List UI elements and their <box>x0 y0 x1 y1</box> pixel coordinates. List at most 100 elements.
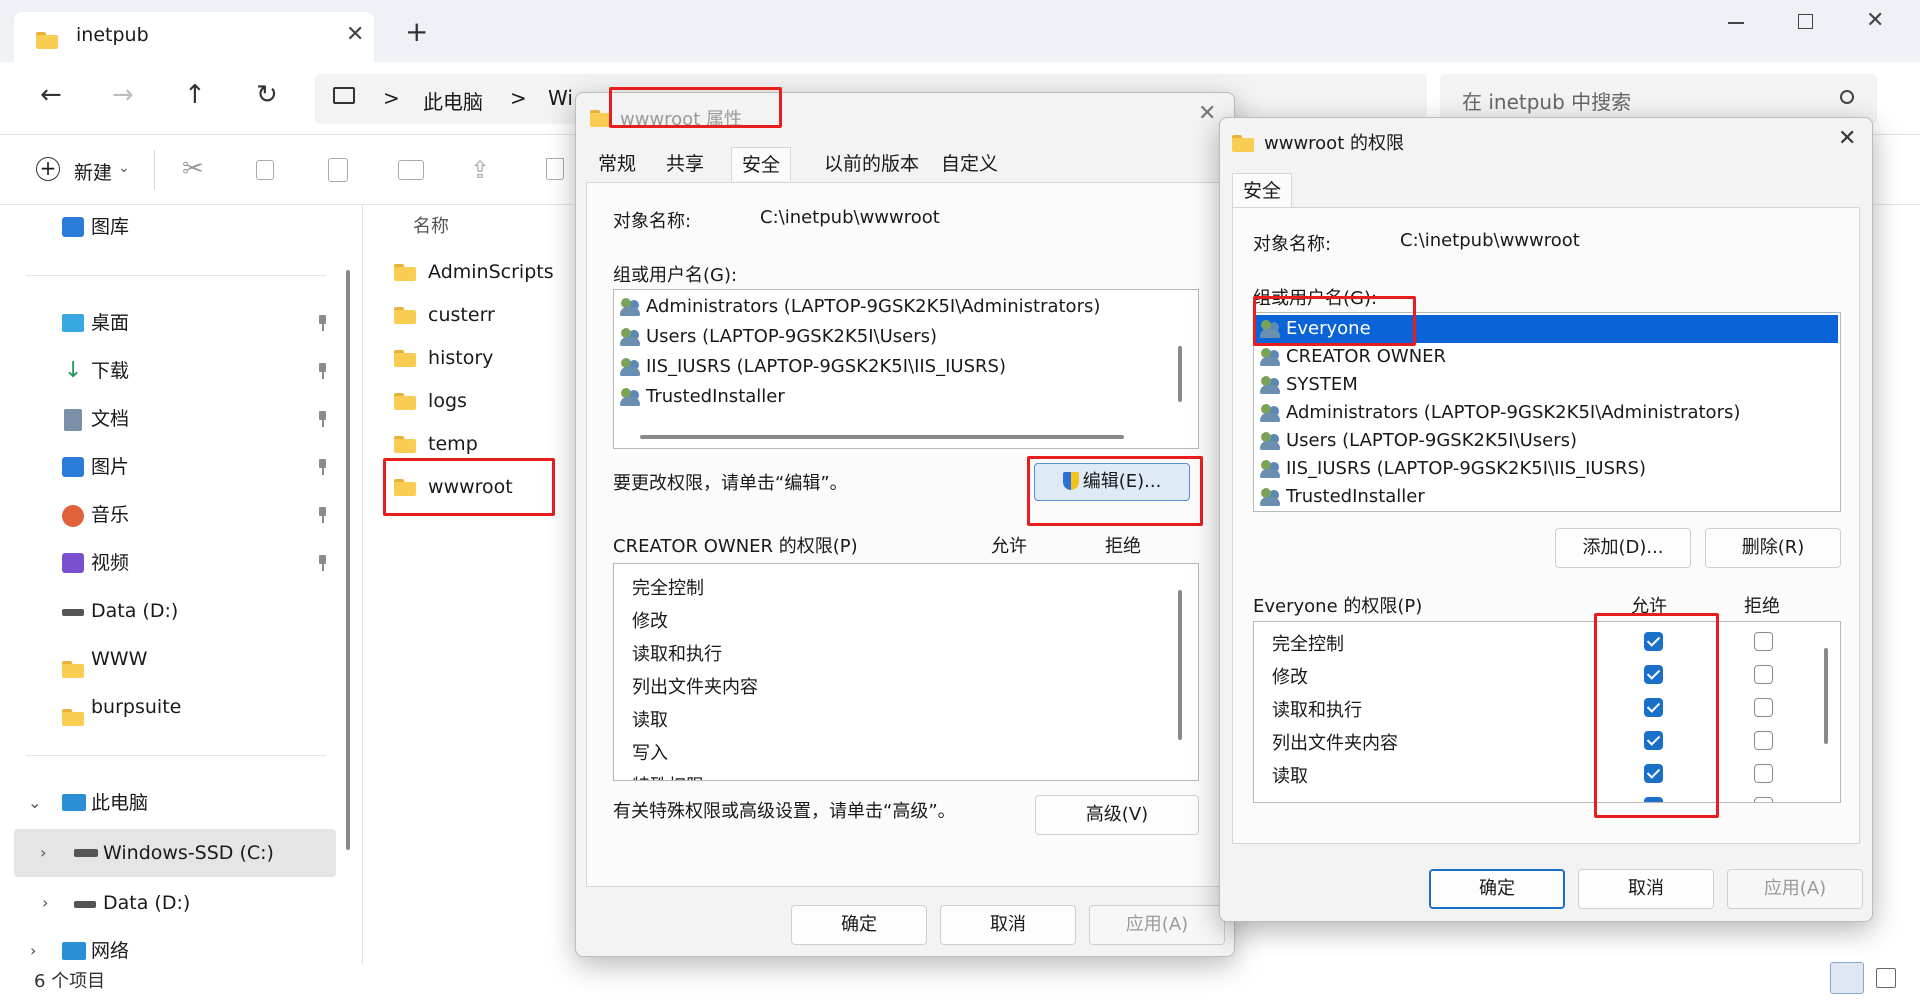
close-icon[interactable]: ✕ <box>346 22 364 47</box>
breadcrumb-drive[interactable]: Wi <box>548 86 573 110</box>
chevron-down-icon[interactable]: ⌄ <box>28 785 41 821</box>
advanced-button[interactable]: 高级(V) <box>1035 795 1199 835</box>
allow-checkbox[interactable] <box>1644 731 1663 750</box>
column-header-name[interactable]: 名称 <box>413 212 449 238</box>
horizontal-scrollbar[interactable] <box>640 435 1124 439</box>
vertical-scrollbar[interactable] <box>1178 346 1182 402</box>
delete-icon[interactable] <box>546 158 564 180</box>
tab-security[interactable]: 安全 <box>1232 173 1293 207</box>
sidebar-item-downloads[interactable]: ↓ 下载 <box>0 353 346 389</box>
cancel-button[interactable]: 取消 <box>1578 869 1714 909</box>
list-item[interactable]: wwwroot <box>394 469 513 505</box>
sidebar-item-network[interactable]: › 网络 <box>0 933 346 969</box>
list-item[interactable]: Administrators (LAPTOP-9GSK2K5I\Administ… <box>620 292 1100 322</box>
apply-button[interactable]: 应用(A) <box>1089 905 1225 945</box>
list-item[interactable]: Administrators (LAPTOP-9GSK2K5I\Administ… <box>1260 399 1740 427</box>
chevron-right-icon[interactable]: › <box>40 829 46 877</box>
allow-checkbox[interactable] <box>1644 698 1663 717</box>
sidebar-scrollbar[interactable] <box>346 270 350 850</box>
minimize-icon[interactable] <box>1728 22 1744 24</box>
vertical-scrollbar[interactable] <box>1178 590 1182 740</box>
list-item[interactable]: Users (LAPTOP-9GSK2K5I\Users) <box>1260 427 1577 455</box>
allow-checkbox[interactable] <box>1644 632 1663 651</box>
window-close-icon[interactable]: ✕ <box>1866 8 1884 33</box>
tab-general[interactable]: 常规 <box>588 147 646 181</box>
sidebar-item-videos[interactable]: 视频 <box>0 545 346 581</box>
deny-checkbox[interactable] <box>1754 764 1773 783</box>
new-button[interactable]: 新建 <box>74 158 112 185</box>
list-item[interactable]: temp <box>394 426 478 462</box>
list-item[interactable]: SYSTEM <box>1260 371 1358 399</box>
pin-icon[interactable] <box>316 555 328 571</box>
tiles-view-icon[interactable] <box>1876 968 1896 988</box>
close-icon[interactable]: ✕ <box>1838 126 1856 151</box>
share-icon[interactable]: ⇪ <box>470 156 490 184</box>
copy-icon[interactable] <box>256 160 274 180</box>
list-item[interactable]: TrustedInstaller <box>620 382 785 412</box>
details-view-icon[interactable] <box>1830 962 1864 994</box>
deny-checkbox[interactable] <box>1754 731 1773 750</box>
sidebar-item-data-d2[interactable]: › Data (D:) <box>0 885 346 921</box>
allow-checkbox[interactable] <box>1644 797 1663 802</box>
sidebar-item-pictures[interactable]: 图片 <box>0 449 346 485</box>
sidebar-item-burpsuite[interactable]: burpsuite <box>0 689 346 726</box>
tab-sharing[interactable]: 共享 <box>656 147 714 181</box>
pin-icon[interactable] <box>316 363 328 379</box>
remove-button[interactable]: 删除(R) <box>1705 528 1841 568</box>
user-list[interactable]: Everyone CREATOR OWNER SYSTEM Administra… <box>1253 312 1841 512</box>
sidebar-item-windows-ssd[interactable]: › Windows-SSD (C:) <box>14 829 336 877</box>
rename-icon[interactable] <box>398 160 424 180</box>
sidebar-item-data-d[interactable]: Data (D:) <box>0 593 346 629</box>
refresh-icon[interactable]: ↻ <box>256 80 278 110</box>
add-icon[interactable]: + <box>36 157 60 181</box>
cut-icon[interactable]: ✂ <box>182 154 204 184</box>
list-item[interactable]: custerr <box>394 297 495 333</box>
sidebar-item-music[interactable]: 音乐 <box>0 497 346 533</box>
tab-previous-versions[interactable]: 以前的版本 <box>814 147 929 181</box>
new-tab-button[interactable]: + <box>405 18 428 46</box>
sidebar-item-desktop[interactable]: 桌面 <box>0 305 346 341</box>
chevron-right-icon[interactable]: › <box>30 933 36 969</box>
permission-list[interactable]: 完全控制 修改 读取和执行 列出文件夹内容 读取 写入 特殊权限 <box>613 563 1199 781</box>
list-item[interactable]: CREATOR OWNER <box>1260 343 1446 371</box>
search-input[interactable]: 在 inetpub 中搜索 <box>1462 86 1631 115</box>
tab-customize[interactable]: 自定义 <box>931 147 1008 181</box>
pin-icon[interactable] <box>316 411 328 427</box>
list-item[interactable]: IIS_IUSRS (LAPTOP-9GSK2K5I\IIS_IUSRS) <box>1260 455 1646 483</box>
explorer-tab[interactable]: inetpub ✕ <box>14 12 374 62</box>
close-icon[interactable]: ✕ <box>1198 101 1216 126</box>
deny-checkbox[interactable] <box>1754 665 1773 684</box>
ok-button[interactable]: 确定 <box>1429 869 1565 909</box>
add-button[interactable]: 添加(D)... <box>1555 528 1691 568</box>
vertical-scrollbar[interactable] <box>1824 648 1828 744</box>
list-item-selected[interactable]: Everyone <box>1256 315 1838 343</box>
edit-button[interactable]: 编辑(E)... <box>1034 463 1190 501</box>
list-item[interactable]: history <box>394 340 493 376</box>
sidebar-item-www[interactable]: WWW <box>0 641 346 678</box>
chevron-right-icon[interactable]: › <box>42 885 48 921</box>
list-item[interactable]: AdminScripts <box>394 254 554 290</box>
sidebar-item-documents[interactable]: 文档 <box>0 401 346 437</box>
pin-icon[interactable] <box>316 507 328 523</box>
cancel-button[interactable]: 取消 <box>940 905 1076 945</box>
deny-checkbox[interactable] <box>1754 632 1773 651</box>
allow-checkbox[interactable] <box>1644 764 1663 783</box>
tab-security[interactable]: 安全 <box>731 147 792 181</box>
paste-icon[interactable] <box>328 158 348 182</box>
pin-icon[interactable] <box>316 459 328 475</box>
apply-button[interactable]: 应用(A) <box>1727 869 1863 909</box>
user-list[interactable]: Administrators (LAPTOP-9GSK2K5I\Administ… <box>613 289 1199 449</box>
sidebar-item-this-pc[interactable]: ⌄ 此电脑 <box>0 785 346 821</box>
forward-icon[interactable]: → <box>112 80 134 110</box>
back-icon[interactable]: ← <box>40 80 62 110</box>
permission-list[interactable]: 完全控制 修改 读取和执行 列出文件夹内容 读取 <box>1253 621 1841 803</box>
list-item[interactable]: Users (LAPTOP-9GSK2K5I\Users) <box>620 322 937 352</box>
pin-icon[interactable] <box>316 315 328 331</box>
sidebar-item-gallery[interactable]: 图库 <box>0 209 346 245</box>
deny-checkbox[interactable] <box>1754 797 1773 802</box>
allow-checkbox[interactable] <box>1644 665 1663 684</box>
list-item[interactable]: TrustedInstaller <box>1260 483 1425 511</box>
breadcrumb-pc[interactable]: 此电脑 <box>423 86 483 115</box>
ok-button[interactable]: 确定 <box>791 905 927 945</box>
deny-checkbox[interactable] <box>1754 698 1773 717</box>
